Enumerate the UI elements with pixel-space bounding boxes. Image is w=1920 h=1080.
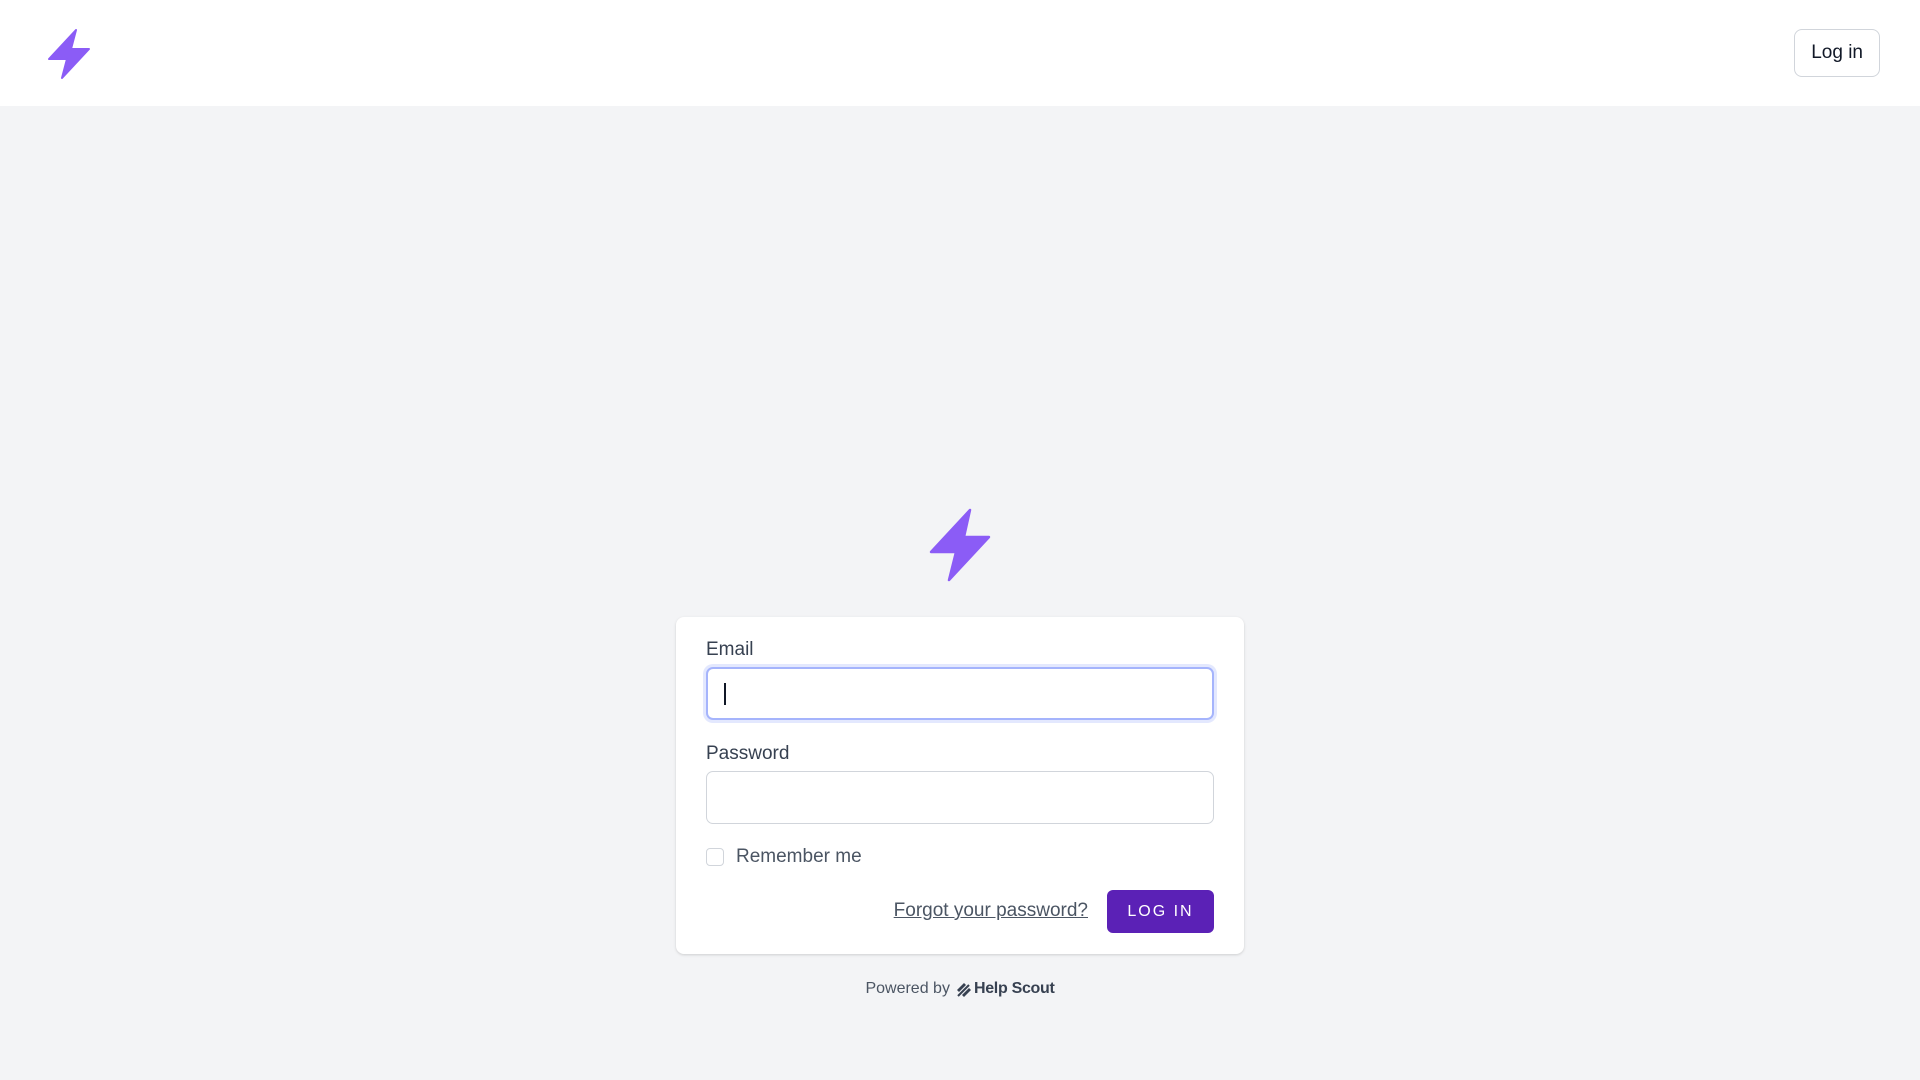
remember-me-toggle[interactable]: Remember me <box>706 846 862 868</box>
login-card: Email Password Remember me Forgot your p… <box>676 617 1244 954</box>
remember-me-checkbox[interactable] <box>706 848 724 866</box>
password-field[interactable] <box>706 771 1214 824</box>
help-scout-logo[interactable]: Help Scout <box>956 980 1055 998</box>
text-caret <box>724 683 726 705</box>
login-submit-button[interactable]: LOG IN <box>1107 890 1214 933</box>
powered-by-footer: Powered by Help Scout <box>0 980 1920 998</box>
remember-me-label: Remember me <box>736 846 862 867</box>
email-label: Email <box>706 639 754 660</box>
top-bar: Log in <box>0 0 1920 106</box>
forgot-password-link[interactable]: Forgot your password? <box>894 900 1088 922</box>
header-login-button[interactable]: Log in <box>1794 29 1880 77</box>
help-scout-icon <box>956 983 971 997</box>
powered-by-text: Powered by <box>865 980 950 997</box>
email-field[interactable] <box>706 667 1214 720</box>
lightning-bolt-icon <box>929 508 991 582</box>
help-scout-wordmark: Help Scout <box>973 980 1055 997</box>
password-label: Password <box>706 743 790 764</box>
lightning-bolt-icon[interactable] <box>46 28 92 80</box>
